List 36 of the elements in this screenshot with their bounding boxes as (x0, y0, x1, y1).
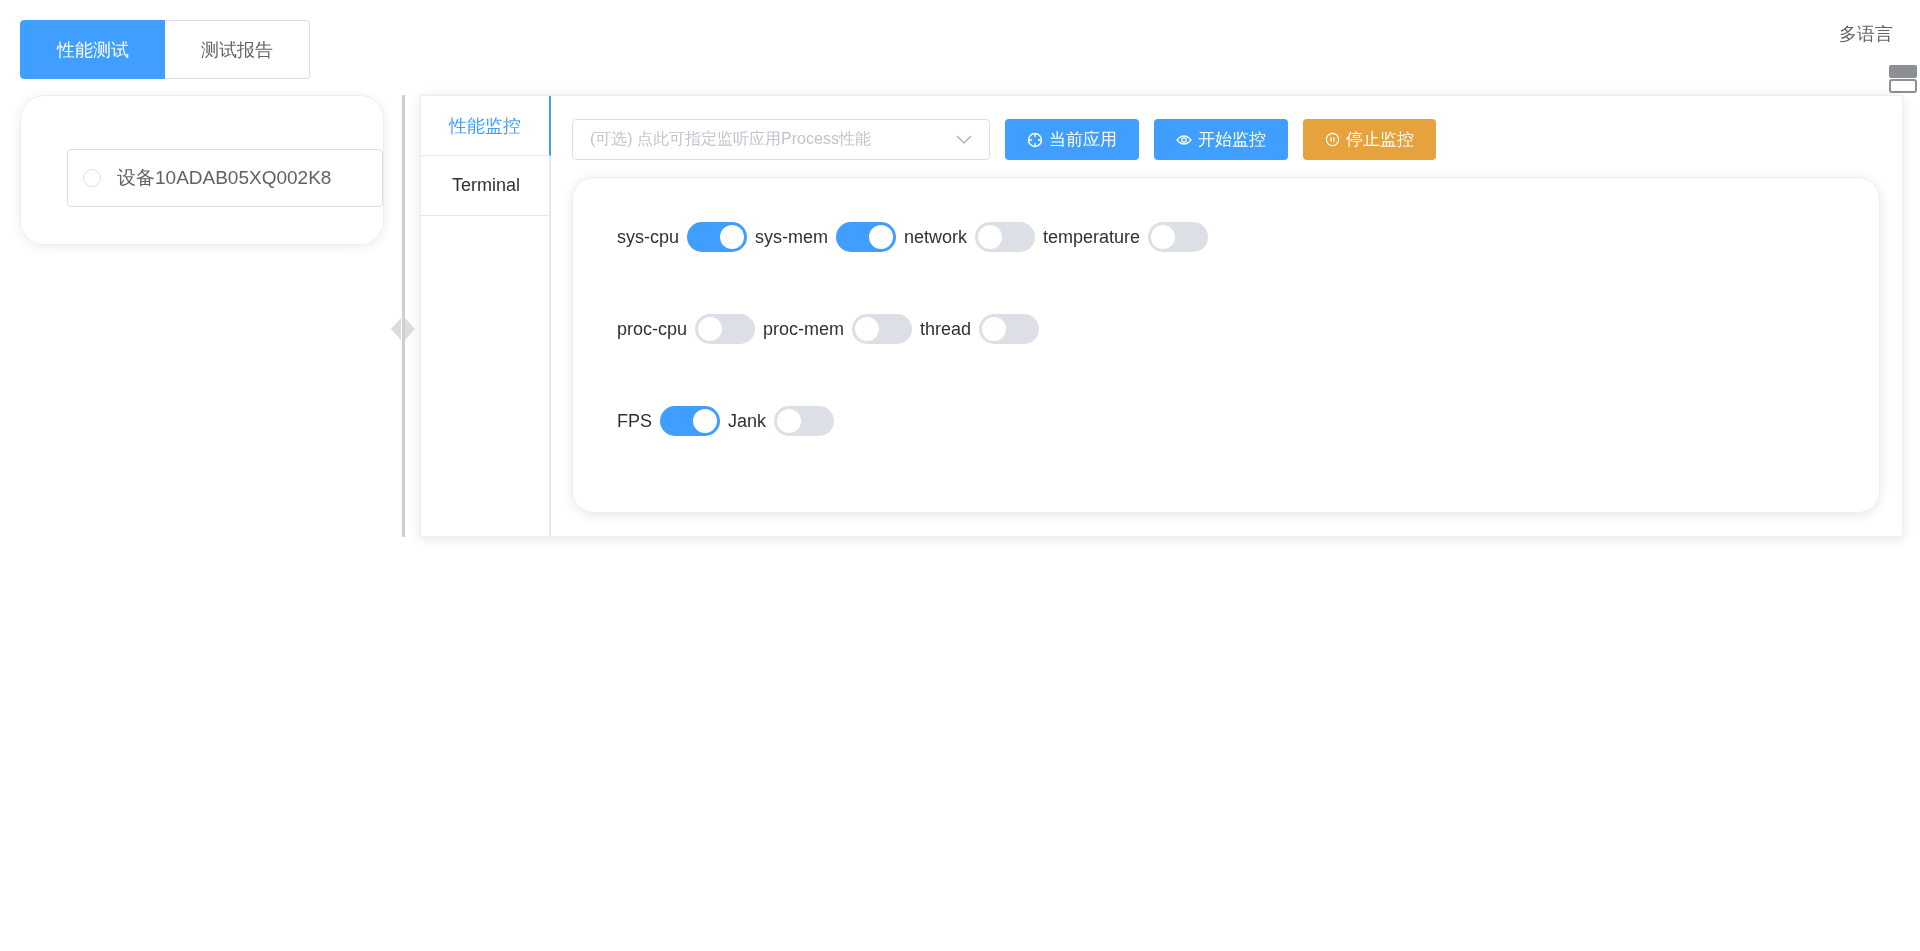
metric-label: proc-cpu (617, 318, 688, 340)
toggle-switch[interactable] (774, 406, 835, 436)
eye-icon (1176, 133, 1192, 146)
toggle-switch[interactable] (1148, 222, 1209, 252)
toggle-switch[interactable] (836, 222, 896, 252)
toggle-switch[interactable] (979, 314, 1040, 344)
pause-icon (1325, 132, 1340, 147)
metric-label: network (904, 226, 968, 248)
device-label: 设备10ADAB05XQ002K8 (117, 166, 332, 190)
metric-label: FPS (617, 410, 652, 432)
toolbar-button[interactable]: 当前应用 (1005, 119, 1139, 160)
toggle-switch[interactable] (695, 314, 756, 344)
toggle-switch[interactable] (852, 314, 913, 344)
toolbar-button[interactable]: 开始监控 (1154, 119, 1288, 160)
toggle-switch[interactable] (687, 222, 747, 252)
top-tab[interactable]: 性能测试 (20, 20, 165, 79)
select-placeholder: (可选) 点此可指定监听应用Process性能 (590, 129, 871, 149)
chevron-down-icon (956, 134, 972, 145)
layout-icon[interactable] (1888, 64, 1918, 94)
device-radio[interactable]: 设备10ADAB05XQ002K8 (67, 149, 383, 207)
side-tab[interactable]: Terminal (421, 156, 551, 216)
toolbar-button[interactable]: 停止监控 (1303, 119, 1436, 160)
metric-label: sys-mem (755, 226, 828, 248)
metric-label: sys-cpu (617, 226, 679, 248)
metric-label: Jank (728, 410, 767, 432)
toggle-switch[interactable] (975, 222, 1036, 252)
metric-label: thread (920, 318, 972, 340)
crosshair-icon (1027, 131, 1043, 148)
metric-label: proc-mem (763, 318, 845, 340)
metric-label: temperature (1043, 226, 1141, 248)
resize-handle-icon[interactable] (390, 316, 416, 342)
top-tab[interactable]: 测试报告 (165, 20, 310, 79)
toggle-switch[interactable] (660, 406, 720, 436)
side-tab[interactable]: 性能监控 (421, 96, 551, 156)
language-menu[interactable]: 多语言 (1839, 22, 1893, 46)
process-select[interactable]: (可选) 点此可指定监听应用Process性能 (572, 119, 990, 160)
